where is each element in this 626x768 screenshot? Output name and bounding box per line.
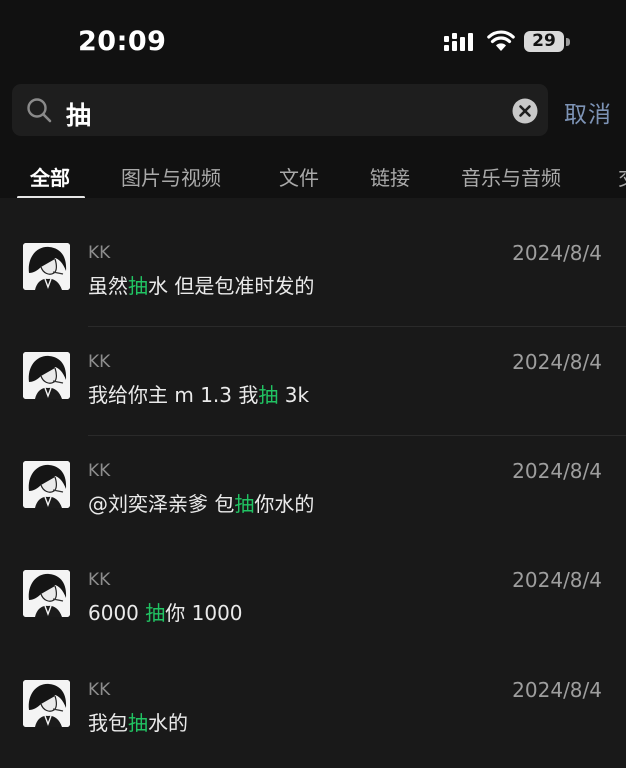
message-date: 2024/8/4 [512,241,602,265]
snippet-highlight: 抽 [145,601,166,625]
cancel-button[interactable]: 取消 [564,95,612,129]
tab-bar: 全部 图片与视频 文件 链接 音乐与音频 交 [0,150,626,200]
snippet-highlight: 抽 [258,383,279,407]
battery-level: 29 [532,31,556,51]
avatar[interactable] [23,570,70,617]
snippet-after: 水的 [148,711,188,735]
tab-transactions[interactable]: 交 [618,162,626,191]
sender-name: KK [88,680,111,700]
message-date: 2024/8/4 [512,459,602,483]
message-snippet: @刘奕泽亲爹 包抽你水的 [88,488,314,517]
list-item[interactable]: KK 2024/8/4 我包抽水的 [0,635,626,744]
message-snippet: 6000 抽你 1000 [88,597,243,626]
cellular-signal-icon [444,33,473,51]
search-results-list: KK 2024/8/4 虽然抽水 但是包准时发的 KK 2024/8/4 我给你… [0,198,626,768]
battery-icon: 29 [524,31,564,52]
avatar-image [23,243,70,290]
status-time: 20:09 [78,26,167,57]
status-bar: 20:09 29 [0,0,626,84]
list-item[interactable]: KK 2024/8/4 @刘奕泽亲爹 包抽你水的 [0,416,626,525]
wifi-icon [487,30,515,51]
snippet-highlight: 抽 [128,711,148,735]
avatar[interactable] [23,680,70,727]
avatar-image [23,352,70,399]
tab-images-videos[interactable]: 图片与视频 [121,162,221,191]
snippet-highlight: 抽 [128,274,148,298]
snippet-highlight: 抽 [234,492,255,516]
snippet-before: 虽然 [88,274,128,298]
snippet-before: 我包 [88,711,128,735]
tab-music-audio[interactable]: 音乐与音频 [461,162,561,191]
battery-nub [566,38,570,46]
clear-icon[interactable] [512,98,538,124]
message-snippet: 虽然抽水 但是包准时发的 [88,270,314,299]
avatar-image [23,461,70,508]
sender-name: KK [88,243,111,263]
snippet-before: @刘奕泽亲爹 包 [88,492,235,516]
sender-name: KK [88,570,111,590]
avatar[interactable] [23,243,70,290]
list-item[interactable]: KK 2024/8/4 我给你主 m 1.3 我抽 3k [0,307,626,436]
message-snippet: 我给你主 m 1.3 我抽 3k [88,379,309,408]
snippet-after: 3k [278,383,310,407]
snippet-before: 6000 [88,601,146,625]
snippet-after: 你 1000 [165,601,243,625]
sender-name: KK [88,352,111,372]
tab-links[interactable]: 链接 [370,162,410,191]
snippet-after: 水 但是包准时发的 [148,274,315,298]
message-date: 2024/8/4 [512,678,602,702]
message-date: 2024/8/4 [512,568,602,592]
avatar-image [23,680,70,727]
list-item[interactable]: KK 2024/8/4 6000 抽你 1000 [0,525,626,634]
search-input[interactable] [12,84,548,136]
message-date: 2024/8/4 [512,350,602,374]
tab-files[interactable]: 文件 [279,162,319,191]
sender-name: KK [88,461,111,481]
tab-all[interactable]: 全部 [30,162,70,191]
avatar[interactable] [23,352,70,399]
message-snippet: 我包抽水的 [88,707,188,736]
snippet-after: 你水的 [254,492,315,516]
search-query[interactable]: 抽 [66,96,91,132]
list-item[interactable]: KK 2024/8/4 虽然抽水 但是包准时发的 [0,198,626,327]
snippet-before: 我给你主 m 1.3 我 [88,383,259,407]
avatar-image [23,570,70,617]
avatar[interactable] [23,461,70,508]
search-icon [27,98,52,123]
